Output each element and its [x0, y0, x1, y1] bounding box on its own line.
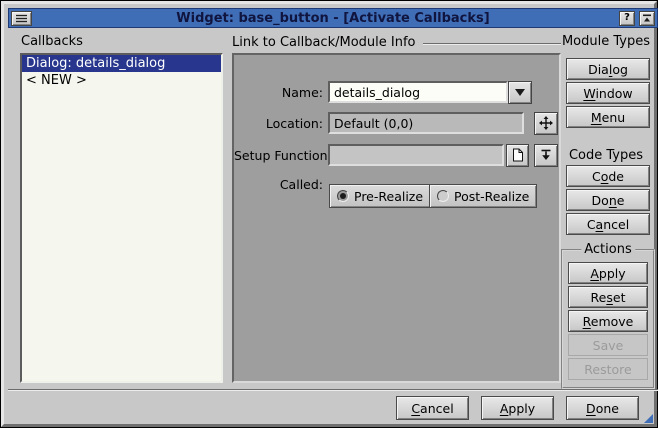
- radio-label: Pre-Realize: [354, 189, 423, 204]
- window-menu-button[interactable]: [11, 11, 32, 26]
- button-apply[interactable]: Apply: [568, 262, 648, 284]
- location-label: Location:: [234, 116, 328, 131]
- info-header-label: Link to Callback/Module Info: [232, 35, 416, 50]
- new-document-icon: [512, 148, 524, 162]
- button-save: Save: [568, 334, 648, 356]
- button-reset[interactable]: Reset: [568, 286, 648, 308]
- name-input[interactable]: [328, 81, 508, 103]
- radio-post-realize[interactable]: Post-Realize: [429, 184, 537, 208]
- radio-pre-realize[interactable]: Pre-Realize: [329, 184, 431, 208]
- info-header: Link to Callback/Module Info: [232, 35, 561, 50]
- name-dropdown-button[interactable]: [508, 81, 532, 104]
- called-row: Called: Pre-RealizePost-Realize: [234, 172, 559, 196]
- bottom-separator: [8, 389, 658, 391]
- radio-label: Post-Realize: [454, 189, 529, 204]
- radio-circle-icon: [337, 190, 349, 202]
- button-done[interactable]: Done: [566, 396, 639, 420]
- question-mark-icon: ?: [624, 13, 630, 23]
- list-item[interactable]: Dialog: details_dialog: [22, 55, 221, 72]
- button-restore: Restore: [568, 358, 648, 380]
- info-panel: Name: Location: Default (0,0): [232, 53, 561, 383]
- radio-circle-icon: [437, 190, 449, 202]
- button-apply[interactable]: Apply: [481, 396, 554, 420]
- setup-function-input[interactable]: [328, 144, 504, 166]
- code-type-buttons: CodeDoneCancel: [566, 165, 650, 237]
- button-remove[interactable]: Remove: [568, 310, 648, 332]
- actions-group: Actions ApplyResetRemoveSaveRestore: [561, 249, 655, 389]
- called-label: Called:: [234, 177, 328, 192]
- move-cross-icon: [539, 116, 553, 130]
- new-function-button[interactable]: [506, 144, 529, 167]
- action-buttons: ApplyResetRemoveSaveRestore: [563, 251, 653, 380]
- actions-label: Actions: [581, 242, 635, 257]
- button-dialog[interactable]: Dialog: [566, 58, 650, 80]
- shade-icon: [642, 13, 652, 23]
- bottom-buttons: Cancel Apply Done: [396, 396, 639, 420]
- callbacks-list[interactable]: Dialog: details_dialog< NEW >: [20, 53, 223, 383]
- button-done[interactable]: Done: [566, 189, 650, 211]
- module-type-buttons: DialogWindowMenu: [566, 58, 650, 130]
- resize-grip-icon[interactable]: [644, 414, 653, 423]
- button-menu[interactable]: Menu: [566, 106, 650, 128]
- code-types-label: Code Types: [556, 148, 656, 163]
- button-cancel[interactable]: Cancel: [566, 213, 650, 235]
- location-value: Default (0,0): [328, 112, 524, 134]
- help-button[interactable]: ?: [619, 11, 635, 26]
- down-arrow-bar-icon: [540, 149, 552, 161]
- button-cancel[interactable]: Cancel: [396, 396, 469, 420]
- button-code[interactable]: Code: [566, 165, 650, 187]
- setup-function-row: Setup Function:: [234, 143, 559, 167]
- module-types-label: Module Types: [556, 34, 656, 49]
- titlebar: Widget: base_button - [Activate Callback…: [8, 8, 658, 28]
- location-row: Location: Default (0,0): [234, 111, 559, 135]
- list-item[interactable]: < NEW >: [22, 72, 221, 89]
- button-window[interactable]: Window: [566, 82, 650, 104]
- info-header-rule: [423, 43, 562, 45]
- window-menu-icon: [15, 14, 28, 23]
- window-frame: Widget: base_button - [Activate Callback…: [1, 1, 657, 427]
- name-label: Name:: [234, 85, 328, 100]
- callbacks-label: Callbacks: [21, 34, 83, 49]
- name-row: Name:: [234, 80, 559, 104]
- location-move-button[interactable]: [534, 112, 558, 135]
- window-title: Widget: base_button - [Activate Callback…: [9, 11, 657, 26]
- dialog-window: Widget: base_button - [Activate Callback…: [0, 0, 658, 428]
- chevron-down-icon: [515, 89, 525, 96]
- setup-function-label: Setup Function:: [234, 148, 328, 163]
- shade-button[interactable]: [639, 11, 655, 26]
- function-picker-button[interactable]: [534, 144, 558, 167]
